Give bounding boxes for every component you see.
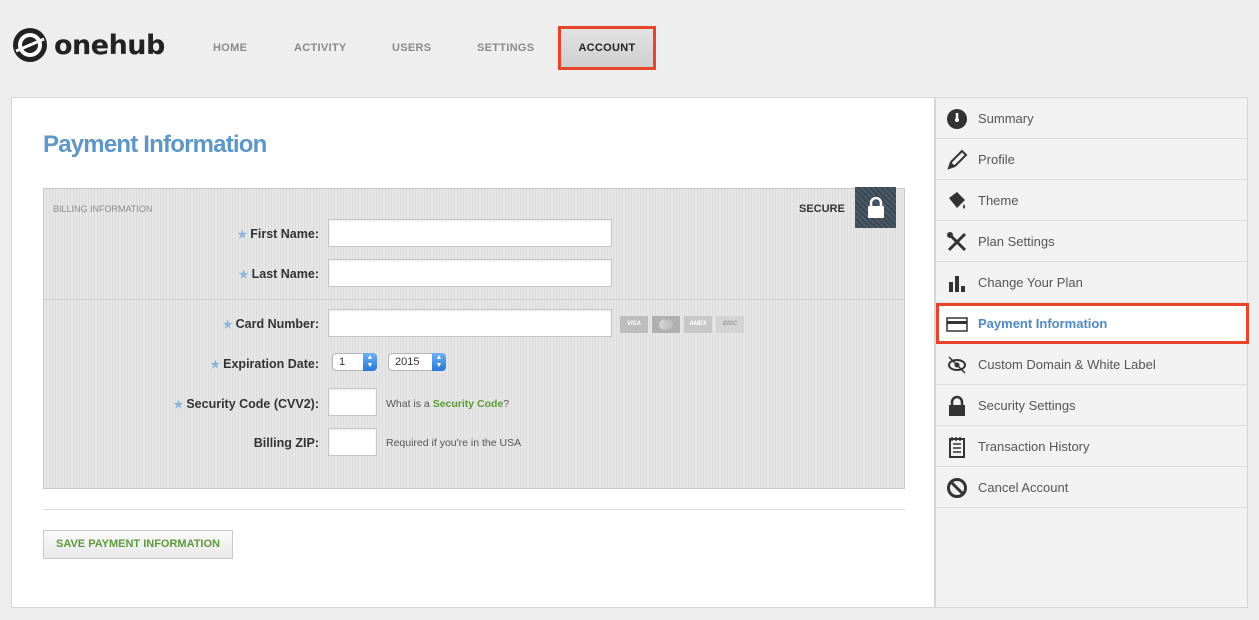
sidebar-item-label: Custom Domain & White Label xyxy=(978,357,1156,372)
last-name-input[interactable] xyxy=(328,259,612,287)
nav-users[interactable]: USERS xyxy=(392,42,431,54)
lock-icon xyxy=(949,395,965,416)
card-number-label-text: Card Number: xyxy=(235,317,319,331)
expiration-date-label-text: Expiration Date: xyxy=(223,357,319,371)
main-panel: Payment Information BILLING INFORMATION … xyxy=(11,97,935,608)
sidebar-item-label: Cancel Account xyxy=(978,480,1069,495)
sidebar-item-label: Change Your Plan xyxy=(978,275,1083,290)
page-title: Payment Information xyxy=(43,131,267,158)
expiration-year-value: 2015 xyxy=(395,356,420,368)
security-code-label-text: Security Code (CVV2): xyxy=(186,397,319,411)
sidebar-item-change-plan[interactable]: Change Your Plan xyxy=(936,262,1247,303)
sidebar-item-cancel-account[interactable]: Cancel Account xyxy=(936,467,1247,508)
top-header: onehub HOME ACTIVITY USERS SETTINGS ACCO… xyxy=(0,0,1259,96)
credit-card-icon xyxy=(946,317,968,332)
bar-chart-icon xyxy=(949,276,965,292)
sidebar-item-label: Payment Information xyxy=(978,316,1108,331)
mastercard-icon xyxy=(652,316,680,333)
sidebar-item-label: Summary xyxy=(978,111,1034,126)
secure-lock-badge xyxy=(855,187,896,228)
paint-bucket-icon xyxy=(949,192,965,209)
first-name-input[interactable] xyxy=(328,219,612,247)
logo-text: onehub xyxy=(54,29,165,61)
onehub-logo-icon xyxy=(13,28,47,62)
sidebar-item-label: Theme xyxy=(978,193,1019,208)
required-star-icon: ★ xyxy=(238,269,249,281)
security-code-help-link[interactable]: Security Code xyxy=(433,398,504,410)
visa-card-icon: VISA xyxy=(620,316,648,333)
nav-settings[interactable]: SETTINGS xyxy=(477,42,534,54)
billing-zip-hint: Required if you're in the USA xyxy=(386,437,522,449)
sidebar-item-security-settings[interactable]: Security Settings xyxy=(936,385,1247,426)
select-arrows-icon: ▲ ▼ xyxy=(432,353,446,371)
security-code-label: ★ Security Code (CVV2): xyxy=(19,397,319,411)
expiration-date-label: ★ Expiration Date: xyxy=(19,357,319,371)
last-name-label: ★ Last Name: xyxy=(19,267,319,281)
security-code-input[interactable] xyxy=(328,388,377,416)
required-star-icon: ★ xyxy=(222,319,233,331)
required-star-icon: ★ xyxy=(210,359,221,371)
nav-account[interactable]: ACCOUNT xyxy=(558,26,656,70)
expiration-year-select[interactable]: 2015 ▲ ▼ xyxy=(388,353,446,371)
secure-label: SECURE xyxy=(799,203,845,215)
prohibited-icon xyxy=(947,478,967,498)
sidebar-item-theme[interactable]: Theme xyxy=(936,180,1247,221)
sidebar-item-plan-settings[interactable]: Plan Settings xyxy=(936,221,1247,262)
discover-card-icon: DISC xyxy=(716,316,744,333)
card-number-label: ★ Card Number: xyxy=(19,317,319,331)
mastercard-circles-icon xyxy=(659,319,673,330)
notepad-icon xyxy=(949,437,965,458)
sidebar-item-label: Plan Settings xyxy=(978,234,1055,249)
actions-divider xyxy=(43,509,905,510)
billing-section-label: BILLING INFORMATION xyxy=(53,204,153,214)
lock-icon xyxy=(867,196,884,218)
billing-zip-label: Billing ZIP: xyxy=(19,436,319,450)
account-sidebar: Summary Profile Theme Plan Settings Chan… xyxy=(935,97,1249,608)
sidebar-item-profile[interactable]: Profile xyxy=(936,139,1247,180)
expiration-month-value: 1 xyxy=(339,356,346,368)
sidebar-item-label: Profile xyxy=(978,152,1015,167)
form-divider xyxy=(44,299,904,300)
sidebar-item-summary[interactable]: Summary xyxy=(936,98,1247,139)
billing-zip-input[interactable] xyxy=(328,428,377,456)
save-payment-button[interactable]: SAVE PAYMENT INFORMATION xyxy=(43,530,233,559)
billing-zip-label-text: Billing ZIP: xyxy=(253,436,319,450)
nav-account-label: ACCOUNT xyxy=(578,42,636,54)
amex-card-icon: AMEX xyxy=(684,316,712,333)
required-star-icon: ★ xyxy=(237,229,248,241)
sidebar-item-label: Transaction History xyxy=(978,439,1090,454)
last-name-label-text: Last Name: xyxy=(251,267,319,281)
sidebar-item-custom-domain[interactable]: Custom Domain & White Label xyxy=(936,344,1247,385)
required-star-icon: ★ xyxy=(173,399,184,411)
sidebar-item-transaction-history[interactable]: Transaction History xyxy=(936,426,1247,467)
pencil-icon xyxy=(947,149,968,170)
sidebar-item-label: Security Settings xyxy=(978,398,1076,413)
speedometer-icon xyxy=(947,109,967,129)
tools-icon xyxy=(947,232,967,252)
first-name-label: ★ First Name: xyxy=(19,227,319,241)
expiration-month-select[interactable]: 1 ▲ ▼ xyxy=(332,353,377,371)
nav-home[interactable]: HOME xyxy=(213,42,247,54)
security-code-hint-prefix: What is a xyxy=(386,398,433,410)
security-code-hint: What is a Security Code? xyxy=(386,398,509,410)
nav-activity[interactable]: ACTIVITY xyxy=(294,42,347,54)
eye-icon xyxy=(948,356,966,374)
security-code-hint-suffix: ? xyxy=(503,398,510,410)
card-number-input[interactable] xyxy=(328,309,612,337)
sidebar-item-payment-information[interactable]: Payment Information xyxy=(936,303,1249,344)
select-arrows-icon: ▲ ▼ xyxy=(363,353,377,371)
onehub-logo[interactable]: onehub xyxy=(12,27,165,63)
billing-form: BILLING INFORMATION SECURE ★ First Name: … xyxy=(43,187,905,489)
first-name-label-text: First Name: xyxy=(250,227,319,241)
